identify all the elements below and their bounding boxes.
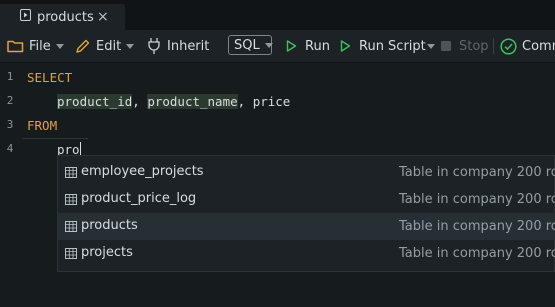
chevron-down-icon: [426, 44, 435, 49]
autocomplete-popup: employee_projects Table in company 200 r…: [57, 155, 555, 272]
autocomplete-item-desc: Table in company 200 rows: [399, 192, 555, 207]
stop-icon: [441, 41, 451, 51]
run-label: Run: [305, 38, 330, 54]
edit-menu-label: Edit: [96, 38, 122, 54]
autocomplete-item-desc: Table in company 200 rows: [399, 165, 555, 180]
language-value: SQL: [234, 37, 260, 53]
autocomplete-item-name: projects: [81, 245, 133, 260]
stop-label: Stop: [459, 38, 489, 54]
column-token: product_id: [57, 94, 133, 109]
tab-bar: products ×: [0, 0, 555, 30]
edit-menu[interactable]: Edit: [75, 30, 135, 62]
line-number: 1: [6, 70, 14, 83]
autocomplete-item-selected[interactable]: products Table in company 200 rows: [58, 213, 555, 240]
pencil-icon: [76, 39, 90, 53]
folder-icon: [7, 40, 24, 53]
autocomplete-item-desc: Table in company 200 rows: [399, 246, 555, 261]
autocomplete-item[interactable]: employee_projects Table in company 200 r…: [58, 159, 555, 186]
chevron-down-icon: [264, 43, 273, 48]
chevron-down-icon: [55, 44, 64, 49]
script-icon: [20, 9, 31, 25]
code-line-3: FROM: [27, 118, 58, 133]
commit-button[interactable]: Commit: [500, 30, 555, 62]
commit-label: Commit: [522, 38, 555, 54]
column-token: product_name: [147, 94, 238, 109]
file-menu[interactable]: File: [7, 30, 64, 62]
code-token: , price: [237, 94, 291, 109]
code-token: ,: [132, 94, 148, 109]
play-icon: [286, 40, 297, 52]
autocomplete-item[interactable]: product_price_log Table in company 200 r…: [58, 186, 555, 213]
autocomplete-item-name: product_price_log: [81, 191, 197, 206]
check-circle-icon: [500, 37, 517, 55]
file-menu-label: File: [29, 38, 51, 54]
line-number: 4: [6, 142, 14, 155]
toolbar-divider: [493, 38, 494, 54]
tab-title: products: [37, 9, 94, 25]
run-script-button[interactable]: Run Script: [340, 30, 435, 62]
table-icon: [65, 167, 77, 178]
language-select[interactable]: SQL: [228, 35, 273, 55]
line-number: 3: [6, 118, 14, 131]
autocomplete-item-name: products: [81, 218, 138, 233]
autocomplete-item-desc: Table in company 200 rows: [399, 219, 555, 234]
close-icon[interactable]: ×: [97, 9, 109, 25]
stop-button[interactable]: Stop: [441, 30, 489, 62]
code-line-1: SELECT: [27, 70, 73, 85]
toolbar: File Edit Inherit SQL Run Run Script Sto…: [0, 30, 555, 63]
inherit-menu-label: Inherit: [167, 38, 210, 54]
plug-icon: [148, 38, 160, 54]
run-button[interactable]: Run: [286, 30, 330, 62]
autocomplete-item-name: employee_projects: [81, 164, 204, 179]
tab-products[interactable]: products ×: [0, 4, 125, 30]
autocomplete-item[interactable]: projects Table in company 200 rows: [58, 240, 555, 267]
inherit-menu[interactable]: Inherit: [147, 30, 209, 62]
run-script-label: Run Script: [359, 38, 426, 54]
table-icon: [65, 194, 77, 205]
table-icon: [65, 248, 77, 259]
table-icon: [65, 221, 77, 232]
chevron-down-icon: [126, 44, 135, 49]
line-number: 2: [6, 94, 14, 107]
code-line-2: product_id, product_name, price: [57, 94, 290, 109]
play-icon: [340, 40, 351, 52]
